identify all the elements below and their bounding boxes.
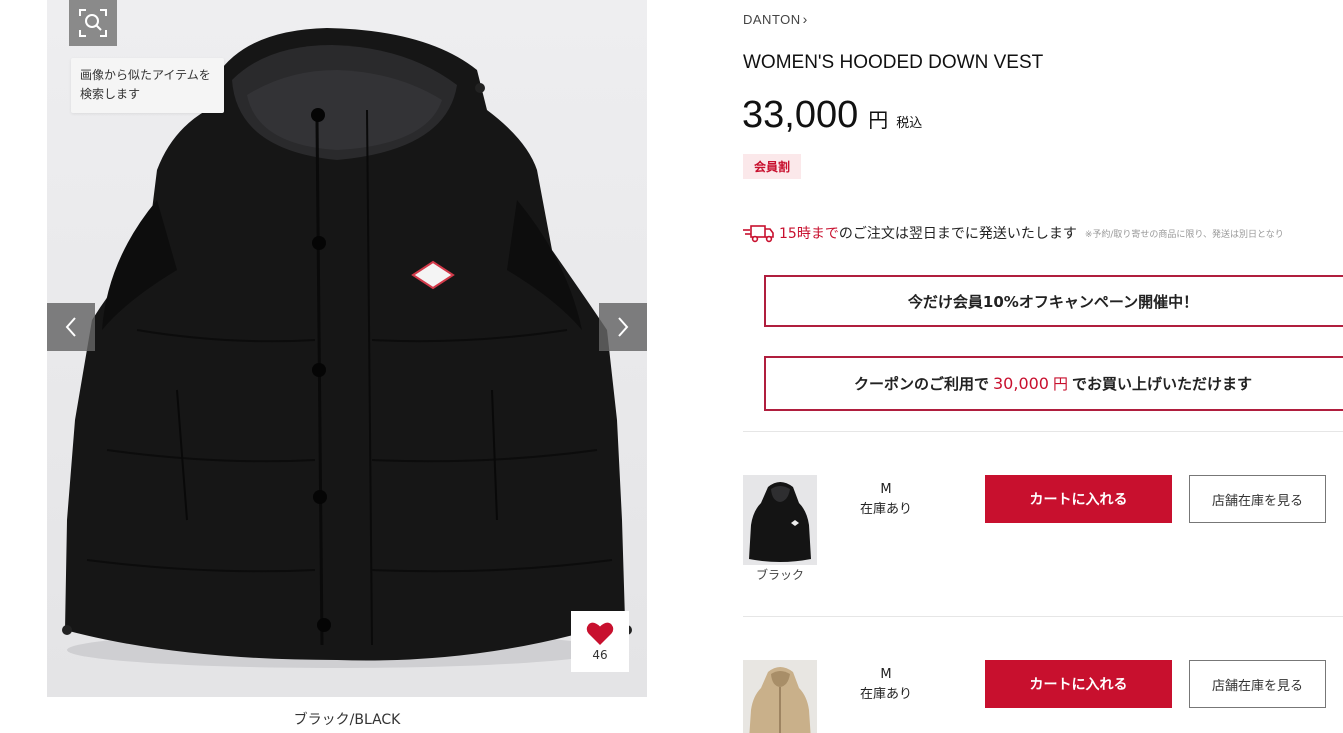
chevron-right-icon xyxy=(618,317,629,337)
sku-stock: 在庫あり xyxy=(859,502,912,517)
sku-size: M xyxy=(880,482,892,497)
image-color-caption: ブラック/BLACK xyxy=(293,712,401,728)
chevron-right-small-icon: › xyxy=(802,11,808,27)
coupon-suffix: でお買い上げいただけます xyxy=(1072,375,1253,393)
divider xyxy=(743,431,1343,432)
coupon-prefix: クーポンのご利用で xyxy=(853,375,989,393)
sku-size-stock: M 在庫あり xyxy=(850,665,922,705)
price-value: 33,000 xyxy=(742,94,859,136)
sku-size: M xyxy=(880,667,892,682)
truck-icon xyxy=(743,225,774,243)
add-to-cart-button[interactable]: カートに入れる xyxy=(985,475,1172,523)
heart-icon xyxy=(586,622,614,645)
shipping-notice: 15時まで のご注文は翌日までに発送いたします ※予約/取り寄せの商品に限り、発送は… xyxy=(743,223,1284,243)
visual-search-tooltip: 画像から似たアイテムを検索します xyxy=(71,58,224,113)
gallery-prev-button[interactable] xyxy=(47,303,95,351)
store-stock-button[interactable]: 店舗在庫を見る xyxy=(1189,475,1326,523)
sku-thumbnail-black[interactable] xyxy=(743,475,817,565)
price-currency: 円 xyxy=(868,108,889,132)
price-tax-label: 税込 xyxy=(896,116,923,131)
member-campaign-banner[interactable]: 今だけ会員10%オフキャンペーン開催中！ xyxy=(764,275,1343,327)
sku-color-label: ブラック xyxy=(755,568,804,582)
chevron-left-icon xyxy=(65,317,76,337)
favorite-count: 46 xyxy=(592,648,608,662)
gallery-next-button[interactable] xyxy=(599,303,647,351)
favorite-button[interactable]: 46 xyxy=(571,611,629,672)
brand-link[interactable]: DANTON › xyxy=(743,11,808,27)
sku-thumbnail-image xyxy=(743,475,817,565)
sku-thumbnail-beige[interactable] xyxy=(743,660,817,733)
member-discount-badge: 会員割 xyxy=(743,154,802,179)
add-to-cart-button[interactable]: カートに入れる xyxy=(985,660,1172,708)
coupon-banner[interactable]: クーポンのご利用で 30,000 円 でお買い上げいただけます xyxy=(764,356,1343,411)
visual-search-icon xyxy=(79,9,107,37)
sku-size-stock: M 在庫あり xyxy=(850,480,922,520)
coupon-price: 30,000 xyxy=(993,374,1049,393)
shipping-note: ※予約/取り寄せの商品に限り、発送は別日となり xyxy=(1084,229,1284,240)
sku-stock: 在庫あり xyxy=(859,687,912,702)
visual-search-button[interactable] xyxy=(69,0,117,46)
shipping-deadline: 15時まで xyxy=(779,226,839,242)
brand-name: DANTON xyxy=(743,12,801,27)
divider xyxy=(743,616,1343,617)
store-stock-button[interactable]: 店舗在庫を見る xyxy=(1189,660,1326,708)
sku-thumbnail-image xyxy=(743,660,817,733)
shipping-text: のご注文は翌日までに発送いたします xyxy=(838,226,1077,242)
campaign-text: 今だけ会員10%オフキャンペーン開催中！ xyxy=(907,292,1199,311)
coupon-currency: 円 xyxy=(1052,375,1068,393)
price: 33,000 円 税込 xyxy=(742,94,922,137)
product-title: WOMEN'S HOODED DOWN VEST xyxy=(743,52,1044,73)
